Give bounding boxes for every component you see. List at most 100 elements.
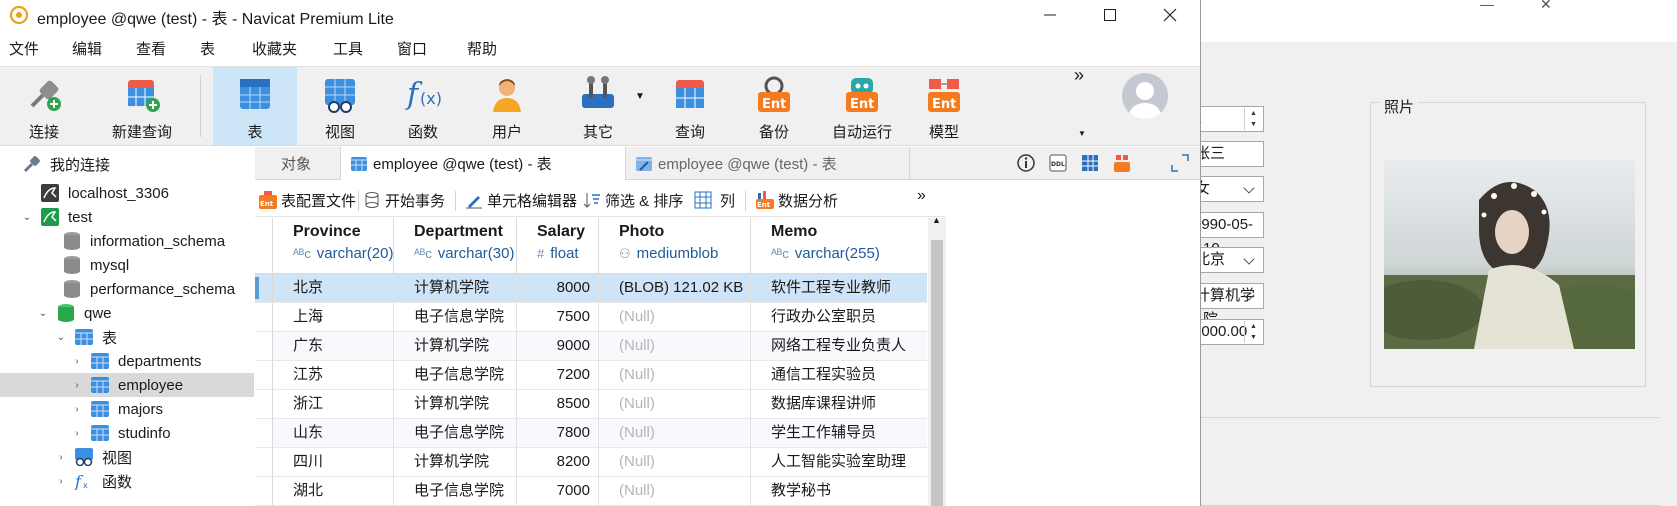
menu-help[interactable]: 帮助 (467, 38, 497, 59)
table-cell[interactable]: 山东 (273, 419, 394, 448)
columns-button[interactable]: 列 (694, 183, 735, 217)
table-cell[interactable]: 7500 (517, 303, 599, 332)
tree-item-views[interactable]: › 视图 (54, 445, 132, 469)
department-combo[interactable]: 计算机学院 (1195, 283, 1264, 328)
tab-objects[interactable]: 对象 (255, 147, 341, 180)
table-cell[interactable]: 计算机学院 (394, 332, 517, 361)
menu-window[interactable]: 窗口 (397, 38, 427, 59)
tree-item-qwe[interactable]: ⌄ qwe (36, 301, 112, 325)
close-button[interactable] (1140, 0, 1200, 30)
table-cell[interactable]: (Null) (599, 390, 751, 419)
tree-item-test[interactable]: ⌄ test (20, 205, 92, 229)
column-header-photo[interactable]: Photo ⚇ mediumblob (599, 218, 751, 274)
table-cell[interactable]: (Null) (599, 303, 751, 332)
table-cell[interactable]: 计算机学院 (394, 274, 517, 303)
model-button[interactable]: Ent 模型 (914, 67, 974, 145)
table-row[interactable]: 浙江 计算机学院 8500 (Null) 数据库课程讲师 (255, 390, 927, 419)
table-cell[interactable]: 电子信息学院 (394, 303, 517, 332)
tree-item-tables[interactable]: ⌄ 表 (54, 325, 117, 349)
user-avatar[interactable] (1122, 73, 1168, 119)
row-marker[interactable] (255, 477, 273, 506)
table-config-button[interactable]: Ent 表配置文件 (259, 183, 356, 217)
chevron-down-icon[interactable]: ⌄ (36, 308, 50, 319)
table-cell[interactable]: 北京 (273, 274, 394, 303)
table-cell[interactable]: 9000 (517, 332, 599, 361)
minimize-button[interactable] (1020, 0, 1080, 30)
table-cell[interactable]: 8500 (517, 390, 599, 419)
table-cell[interactable]: 浙江 (273, 390, 394, 419)
table-cell[interactable]: (Null) (599, 419, 751, 448)
chevron-right-icon[interactable]: › (54, 476, 68, 487)
tree-item-localhost[interactable]: localhost_3306 (34, 181, 169, 205)
table-row[interactable]: 北京 计算机学院 8000 (BLOB) 121.02 KB 软件工程专业教师 (255, 274, 927, 303)
column-header-province[interactable]: Province ᴬᴮc varchar(20) (273, 218, 394, 274)
column-header-salary[interactable]: Salary # float (517, 218, 599, 274)
chevron-right-icon[interactable]: › (54, 452, 68, 463)
table-cell[interactable]: 电子信息学院 (394, 361, 517, 390)
subtoolbar-overflow-button[interactable]: » (917, 187, 926, 205)
table-button[interactable]: 表 (213, 67, 297, 145)
chevron-right-icon[interactable]: › (70, 428, 84, 439)
chevron-right-icon[interactable]: › (70, 380, 84, 391)
id-field[interactable]: 001 ▲▼ (1177, 106, 1264, 132)
table-cell[interactable]: 江苏 (273, 361, 394, 390)
table-cell[interactable]: 电子信息学院 (394, 419, 517, 448)
row-marker[interactable] (255, 390, 273, 419)
maximize-button[interactable] (1080, 0, 1140, 30)
tree-item-information-schema[interactable]: information_schema (42, 229, 225, 253)
menu-favorites[interactable]: 收藏夹 (252, 38, 297, 59)
row-marker[interactable] (255, 303, 273, 332)
table-cell[interactable]: 四川 (273, 448, 394, 477)
backup-button[interactable]: Ent 备份 (744, 67, 804, 145)
table-cell[interactable]: 7800 (517, 419, 599, 448)
column-header-department[interactable]: Department ᴬᴮc varchar(30) (394, 218, 517, 274)
row-marker[interactable] (255, 274, 273, 303)
view-button[interactable]: 视图 (310, 67, 370, 145)
gender-combo[interactable]: 女 (1195, 176, 1264, 202)
table-cell[interactable]: 人工智能实验室助理 (751, 448, 927, 477)
table-cell[interactable]: 8200 (517, 448, 599, 477)
table-row[interactable]: 湖北 电子信息学院 7000 (Null) 教学秘书 (255, 477, 927, 506)
connect-button[interactable]: 连接 (14, 67, 74, 145)
table-row[interactable]: 上海 电子信息学院 7500 (Null) 行政办公室职员 (255, 303, 927, 332)
tree-item-performance-schema[interactable]: performance_schema (42, 277, 235, 301)
expand-icon[interactable] (1171, 154, 1189, 172)
filter-sort-button[interactable]: 筛选 & 排序 (583, 183, 683, 217)
tree-item-departments[interactable]: › departments (70, 349, 201, 373)
other-button[interactable]: 其它 (563, 67, 633, 145)
ddl-icon[interactable]: DDL (1049, 154, 1067, 172)
table-row[interactable]: 山东 电子信息学院 7800 (Null) 学生工作辅导员 (255, 419, 927, 448)
new-query-button[interactable]: 新建查询 (92, 67, 192, 145)
table-cell[interactable]: 行政办公室职员 (751, 303, 927, 332)
cell-editor-button[interactable]: 单元格编辑器 (465, 183, 577, 217)
table-cell[interactable]: 电子信息学院 (394, 477, 517, 506)
table-cell[interactable]: 网络工程专业负责人 (751, 332, 927, 361)
name-field[interactable]: 张三 (1195, 141, 1264, 167)
query-button[interactable]: 查询 (660, 67, 720, 145)
menu-tools[interactable]: 工具 (333, 38, 363, 59)
table-cell[interactable]: 计算机学院 (394, 448, 517, 477)
info-icon[interactable] (1017, 154, 1035, 172)
grid-vertical-scrollbar[interactable]: ▲ (928, 215, 946, 506)
table-cell[interactable]: 上海 (273, 303, 394, 332)
grid-view-icon[interactable] (1081, 154, 1099, 172)
table-cell[interactable]: 广东 (273, 332, 394, 361)
table-cell[interactable]: (Null) (599, 448, 751, 477)
function-button[interactable]: f (x) 函数 (393, 67, 453, 145)
toolbar-options-arrow-icon[interactable]: ▼ (1078, 129, 1086, 138)
table-cell[interactable]: 教学秘书 (751, 477, 927, 506)
table-row[interactable]: 四川 计算机学院 8200 (Null) 人工智能实验室助理 (255, 448, 927, 477)
my-connections-header[interactable]: 我的连接 (22, 152, 110, 176)
table-cell[interactable]: (Null) (599, 332, 751, 361)
table-cell[interactable]: 7000 (517, 477, 599, 506)
table-cell[interactable]: 软件工程专业教师 (751, 274, 927, 303)
toolbar-overflow-button[interactable]: » (1074, 65, 1084, 86)
menu-edit[interactable]: 编辑 (72, 38, 102, 59)
chevron-right-icon[interactable]: › (70, 356, 84, 367)
begin-transaction-button[interactable]: 开始事务 (363, 183, 445, 217)
table-cell[interactable]: (Null) (599, 361, 751, 390)
scroll-up-arrow-icon[interactable]: ▲ (932, 215, 941, 225)
scrollbar-thumb[interactable] (931, 240, 943, 506)
salary-field[interactable]: 8000.00 ▲ ▼ (1193, 319, 1264, 345)
column-header-memo[interactable]: Memo ᴬᴮc varchar(255) (751, 218, 927, 274)
